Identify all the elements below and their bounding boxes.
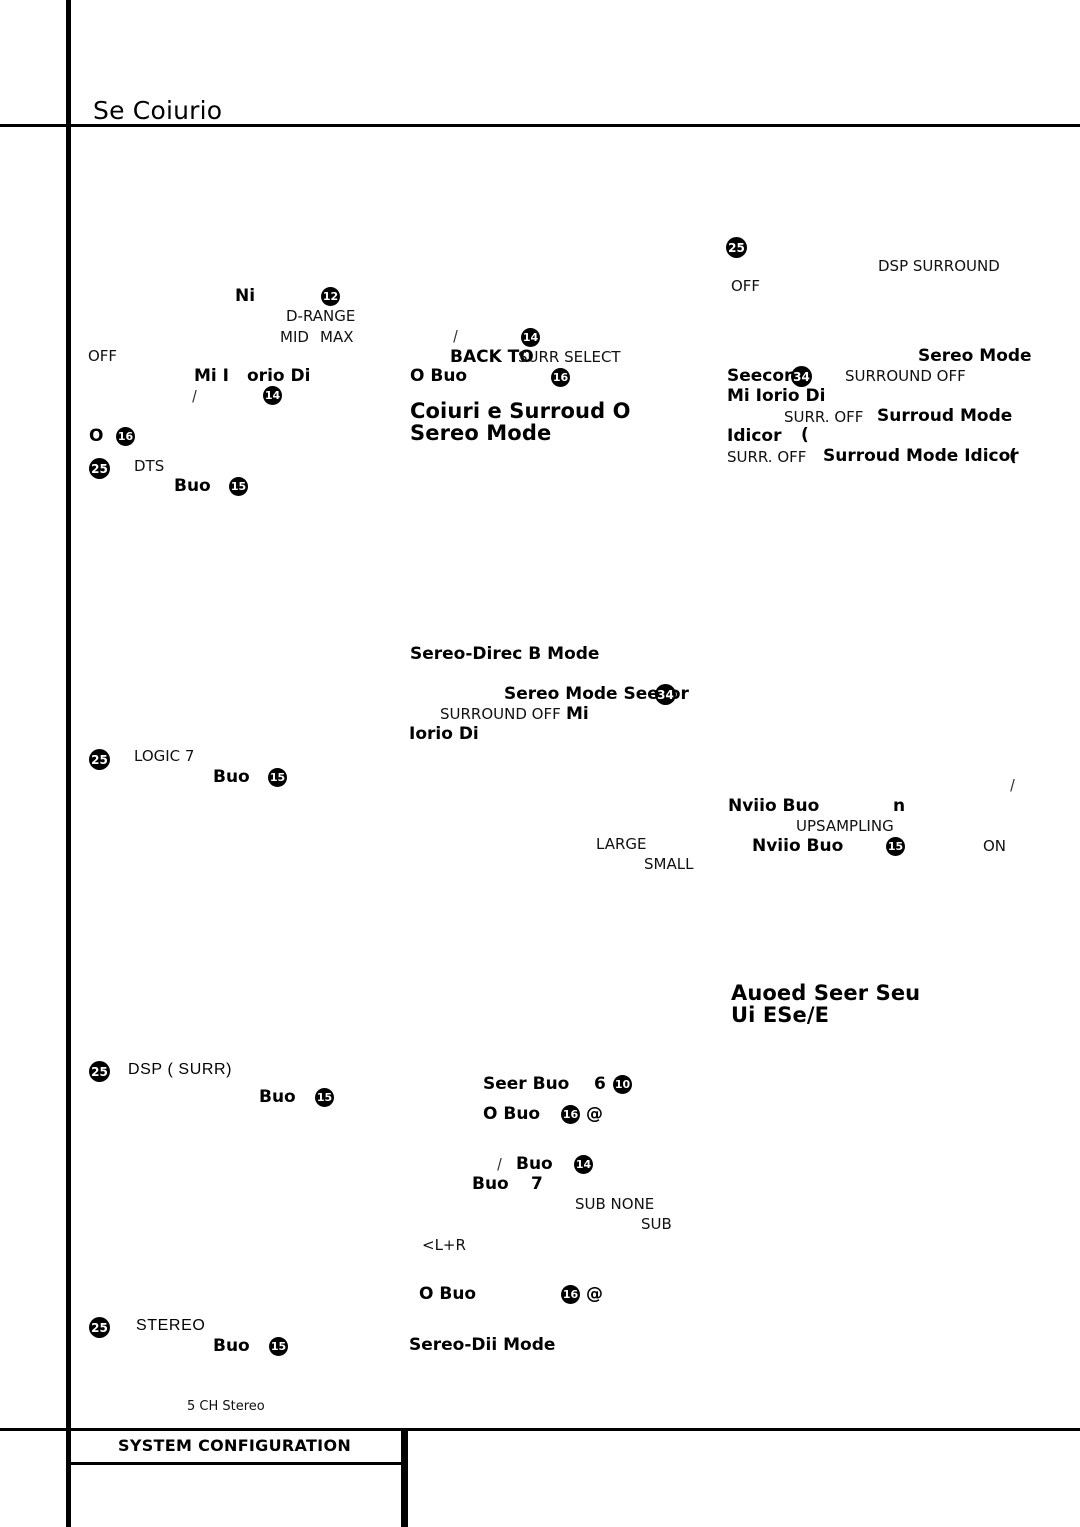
left-token-mi-l: Mi I [194, 366, 229, 386]
left-slash-mark: / [191, 386, 198, 406]
callout-16-left: 16 [116, 427, 135, 446]
middle-token-stereo-dii-mode: Sereo-Dii Mode [409, 1335, 556, 1355]
footer-top-rule [0, 1428, 1080, 1431]
footer-bottom-rule [66, 1462, 406, 1465]
middle-token-buo-seven: Buo [472, 1174, 509, 1194]
left-token-5ch-stereo: 5 CH Stereo [187, 1399, 265, 1414]
callout-14-middle-mid: 14 [574, 1155, 593, 1174]
callout-10-middle: 10 [613, 1075, 632, 1094]
callout-15-right: 15 [886, 837, 905, 856]
middle-heading-line-2: Sereo Mode [410, 421, 552, 445]
left-token-buo-logic7: Buo [213, 767, 250, 787]
middle-token-stereo-direct-mode: Sereo-Direc B Mode [410, 644, 600, 664]
left-margin-rule [66, 0, 71, 1527]
left-token-buo-stereo: Buo [213, 1336, 250, 1356]
middle-token-mi: Mi [566, 704, 589, 724]
middle-token-sub-none: SUB NONE [575, 1195, 655, 1213]
middle-token-seer-buo: Seer Buo [483, 1074, 570, 1094]
right-token-large: LARGE [596, 835, 647, 853]
callout-15-dts: 15 [229, 477, 248, 496]
document-page: Se Coiurio Ni 12 D-RANGE MID MAX OFF Mi … [0, 0, 1080, 1527]
right-token-surround-off: SURROUND OFF [845, 367, 966, 385]
callout-25-stereo: 25 [89, 1317, 110, 1338]
callout-25-logic7: 25 [89, 749, 110, 770]
right-token-off: OFF [731, 277, 761, 295]
middle-token-iorio-di: Iorio Di [409, 724, 479, 744]
middle-token-o-buo-bot: O Buo [419, 1284, 477, 1304]
right-token-upsampling: UPSAMPLING [796, 817, 894, 835]
middle-token-buo-mid: Buo [516, 1154, 553, 1174]
left-token-max: MAX [320, 328, 354, 346]
right-slash-mark: / [1009, 775, 1016, 795]
left-token-off: OFF [88, 347, 118, 365]
callout-34-middle: 34 [655, 684, 676, 705]
right-heading-line-2: Ui ESe/E [731, 1003, 830, 1027]
callout-15-stereo: 15 [269, 1337, 288, 1356]
callout-15-dsp: 15 [315, 1088, 334, 1107]
left-token-stereo: STEREO [136, 1317, 206, 1334]
left-token-d-range: D-RANGE [286, 307, 356, 325]
right-token-nviio-buo-2: Nviio Buo [752, 836, 844, 856]
left-token-o: O [89, 426, 104, 446]
right-token-dsp-surround: DSP SURROUND [878, 257, 1000, 275]
right-token-sereo-mode: Sereo Mode [918, 346, 1032, 366]
right-token-paren-2: ( [1009, 446, 1017, 466]
middle-token-six: 6 [594, 1074, 606, 1094]
left-token-ni: Ni [235, 286, 256, 306]
callout-25-dts: 25 [89, 458, 110, 479]
left-token-buo-dsp: Buo [259, 1087, 296, 1107]
callout-12: 12 [321, 287, 340, 306]
callout-16-middle-top: 16 [551, 368, 570, 387]
callout-25-right-top: 25 [726, 237, 747, 258]
right-heading-line-1: Auoed Seer Seu [731, 981, 921, 1005]
right-token-surr-off-2: SURR. OFF [727, 448, 807, 466]
callout-14-middle-top: 14 [521, 328, 540, 347]
callout-14-left: 14 [263, 386, 282, 405]
right-token-n: n [893, 796, 906, 816]
right-token-nviio-buo-1: Nviio Buo [728, 796, 820, 816]
right-token-surroud-mode: Surroud Mode [877, 406, 1013, 426]
middle-token-l-plus-r: <L+R [422, 1236, 466, 1254]
middle-token-at-bot: @ [586, 1284, 603, 1304]
middle-token-surround-off: SURROUND OFF [440, 705, 561, 723]
middle-token-seven: 7 [531, 1174, 543, 1194]
middle-slash-mid: / [496, 1154, 503, 1174]
left-token-dsp-surr: DSP ( SURR) [128, 1061, 233, 1078]
middle-token-surr-select: SURR SELECT [518, 348, 621, 366]
middle-heading-line-1: Coiuri e Surroud O [410, 399, 631, 423]
middle-token-at-mid: @ [586, 1104, 603, 1124]
callout-16-middle-bot: 16 [561, 1285, 580, 1304]
middle-token-o-buo-top: O Buo [410, 366, 468, 386]
middle-token-o-buo-mid: O Buo [483, 1104, 541, 1124]
footer-label: SYSTEM CONFIGURATION [118, 1436, 352, 1455]
left-token-orio-di: orio Di [247, 366, 311, 386]
right-token-on: ON [983, 837, 1007, 855]
callout-25-dsp: 25 [89, 1061, 110, 1082]
right-token-mi-iorio-di: Mi Iorio Di [727, 386, 826, 406]
callout-34-right: 34 [791, 366, 812, 387]
left-token-mid: MID [280, 328, 309, 346]
left-token-dts: DTS [134, 457, 165, 475]
left-token-logic7: LOGIC 7 [134, 747, 195, 765]
footer-vertical-rule [401, 1428, 408, 1527]
right-token-surr-off-1: SURR. OFF [784, 408, 864, 426]
callout-15-logic7: 15 [268, 768, 287, 787]
middle-slash-top: / [452, 326, 459, 346]
right-token-paren-1: ( [801, 425, 809, 445]
middle-token-sub: SUB [641, 1215, 672, 1233]
right-token-surroud-mode-idicor: Surroud Mode Idicor [823, 446, 1019, 466]
left-token-buo-dts: Buo [174, 476, 211, 496]
right-token-idicor: Idicor [727, 426, 782, 446]
right-token-small: SMALL [644, 855, 694, 873]
right-token-seecor: Seecor [727, 366, 793, 386]
callout-16-middle-mid: 16 [561, 1105, 580, 1124]
page-title: Se Coiurio [93, 96, 223, 125]
